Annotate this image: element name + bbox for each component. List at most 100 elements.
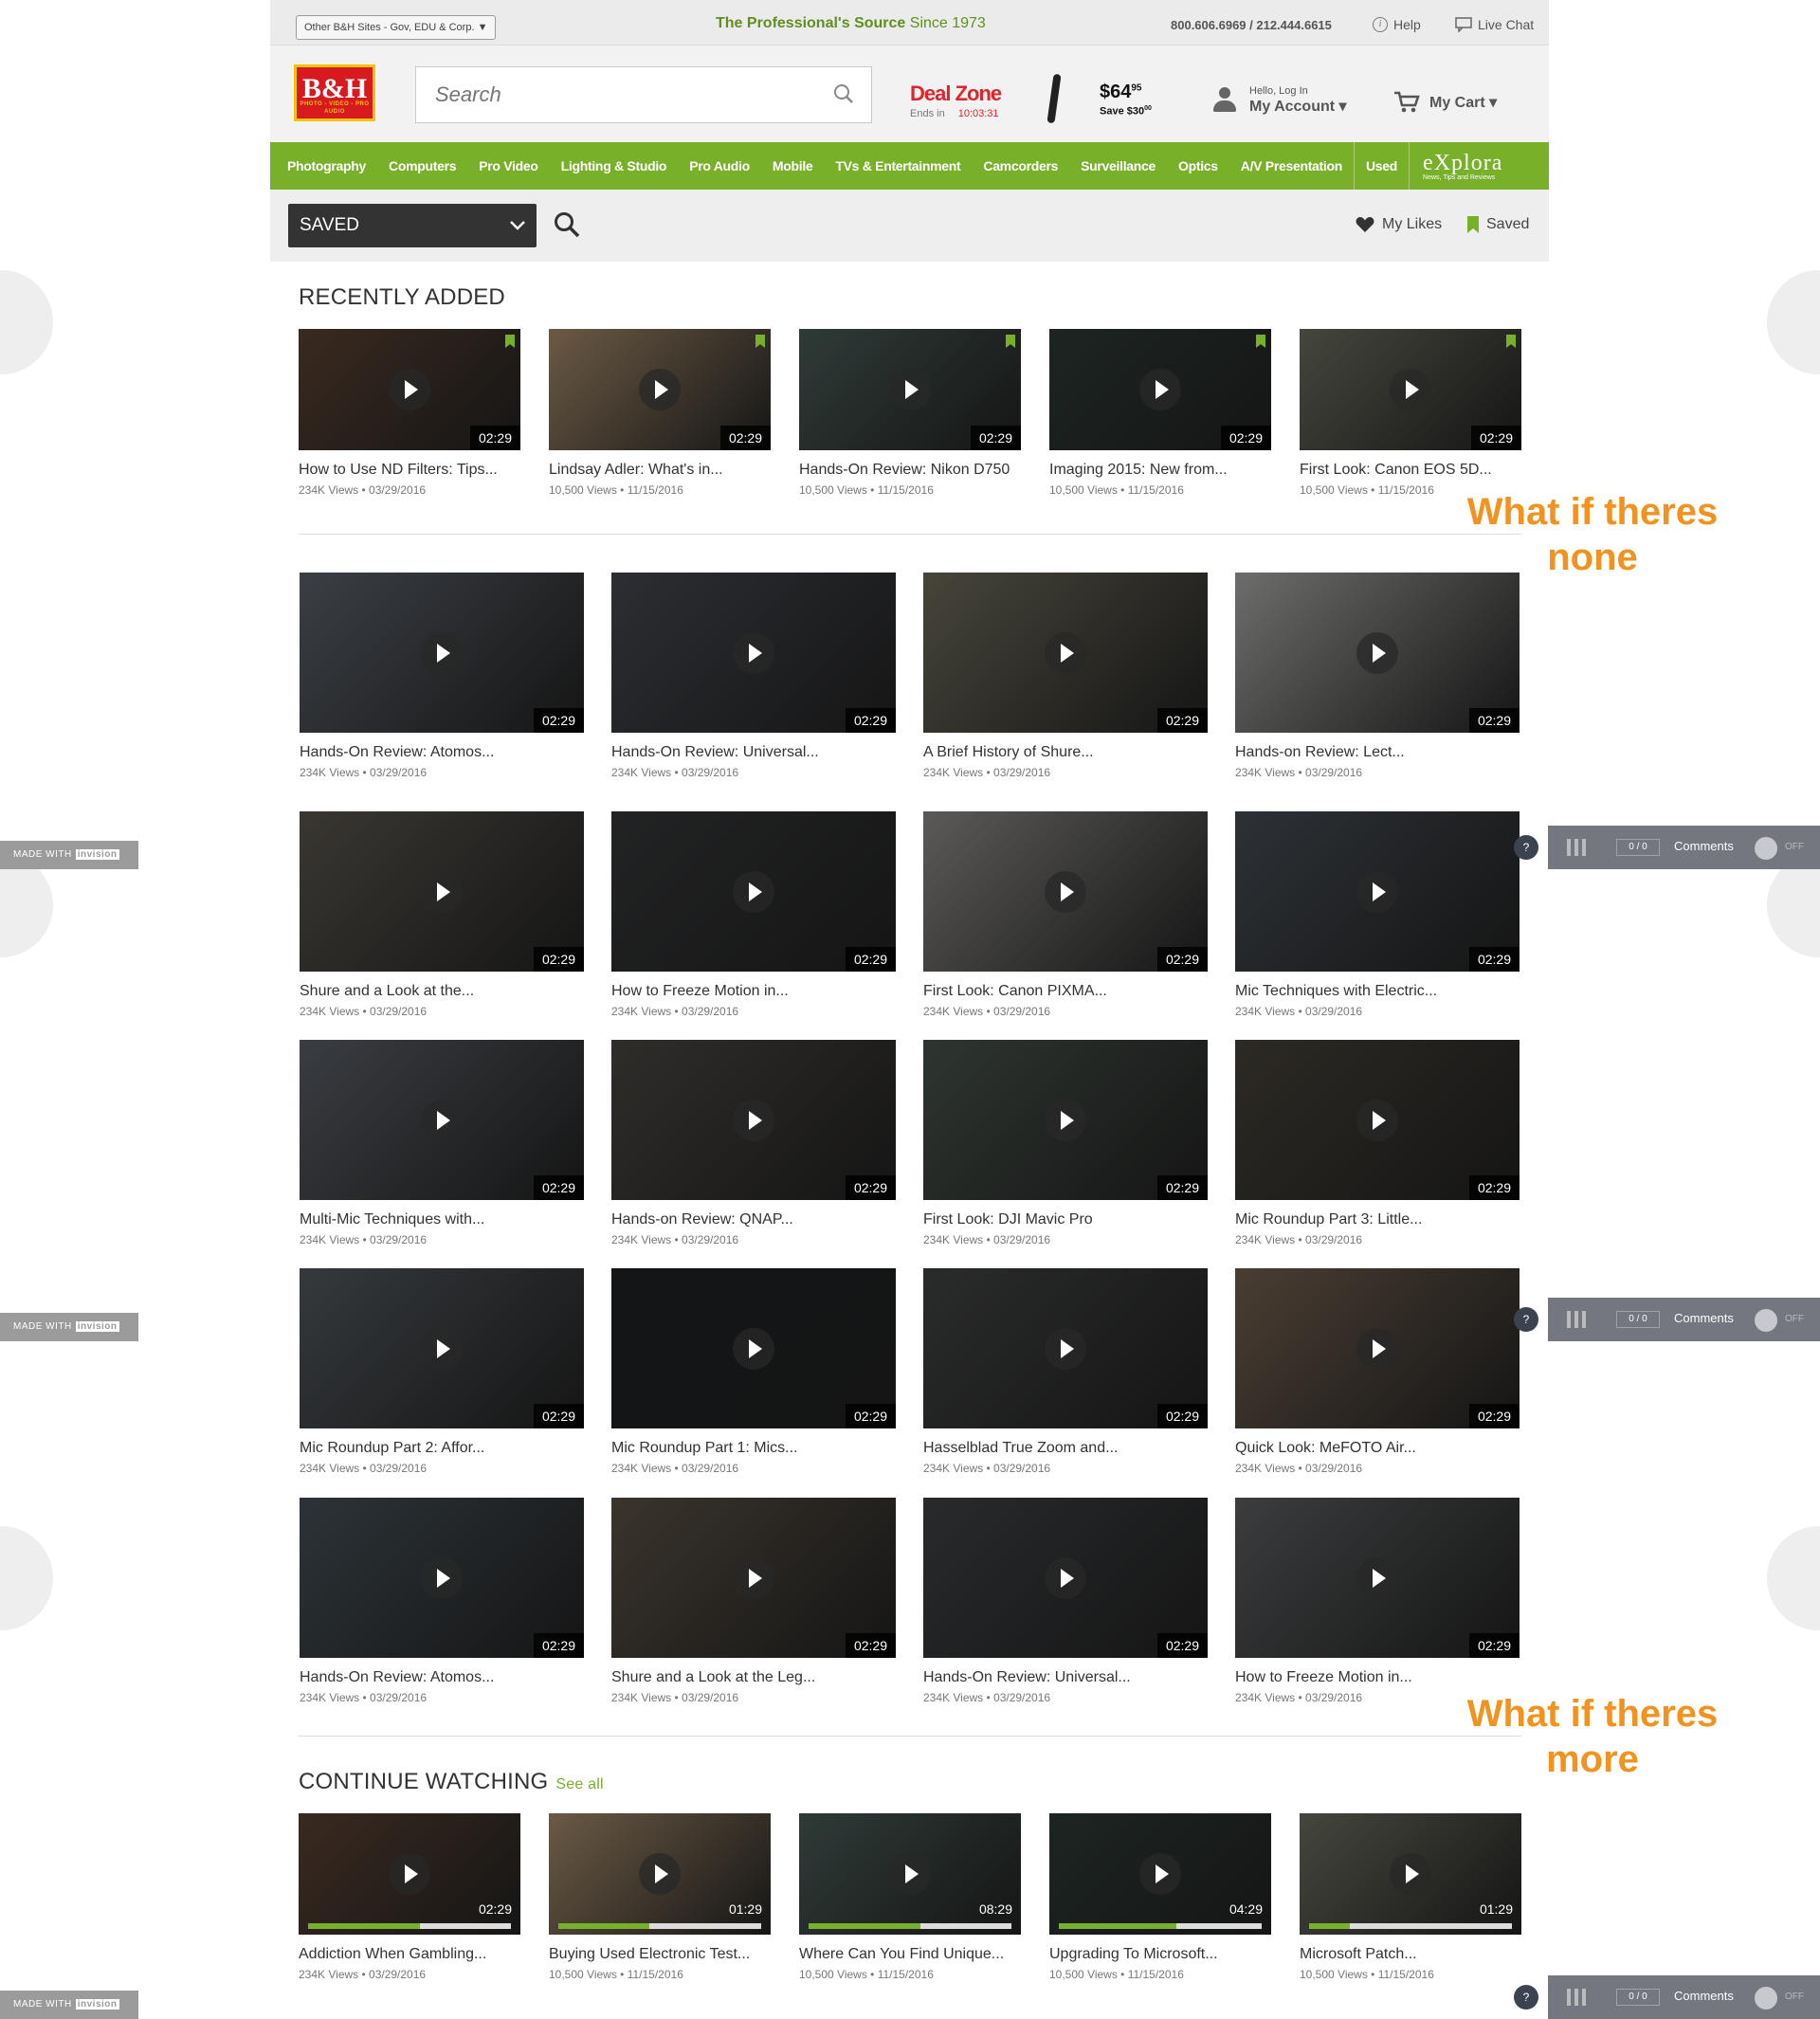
- comments-toggle[interactable]: OFF: [1755, 1987, 1810, 2010]
- play-icon[interactable]: [1045, 631, 1086, 674]
- saved-dropdown[interactable]: SAVED: [288, 204, 537, 247]
- video-title[interactable]: A Brief History of Shure...: [923, 744, 1094, 761]
- play-icon[interactable]: [1045, 1099, 1086, 1141]
- play-icon[interactable]: [421, 1099, 463, 1141]
- made-with-invision-badge[interactable]: MADE WITH invision: [0, 841, 138, 869]
- grid-menu-icon[interactable]: [1567, 1311, 1590, 1328]
- video-thumbnail[interactable]: 02:29: [300, 811, 584, 972]
- video-thumbnail[interactable]: 02:29: [923, 811, 1208, 972]
- play-icon[interactable]: [733, 1327, 774, 1370]
- video-thumbnail[interactable]: 02:29: [1235, 1268, 1520, 1428]
- play-icon[interactable]: [421, 1556, 463, 1599]
- nav-item[interactable]: Mobile: [761, 142, 825, 190]
- saved-link[interactable]: Saved: [1467, 216, 1529, 233]
- video-thumbnail[interactable]: 02:29: [611, 1498, 896, 1658]
- video-title[interactable]: How to Freeze Motion in...: [1235, 1669, 1412, 1686]
- grid-menu-icon[interactable]: [1567, 839, 1590, 856]
- nav-item[interactable]: Optics: [1167, 142, 1229, 190]
- video-title[interactable]: Microsoft Patch...: [1300, 1946, 1417, 1963]
- video-title[interactable]: Quick Look: MeFOTO Air...: [1235, 1440, 1416, 1457]
- bookmark-icon[interactable]: [505, 335, 515, 348]
- video-thumbnail[interactable]: 01:29: [549, 1813, 771, 1935]
- play-icon[interactable]: [1390, 1853, 1431, 1895]
- video-title[interactable]: Mic Roundup Part 2: Affor...: [300, 1440, 484, 1457]
- explora-link[interactable]: eXplora News, Tips and Reviews: [1410, 142, 1516, 190]
- video-thumbnail[interactable]: 02:29: [611, 1268, 896, 1428]
- side-arrow-right[interactable]: [1767, 270, 1820, 374]
- video-title[interactable]: Mic Roundup Part 1: Mics...: [611, 1440, 798, 1457]
- nav-item[interactable]: Camcorders: [972, 142, 1069, 190]
- nav-item[interactable]: Photography: [276, 142, 377, 190]
- video-thumbnail[interactable]: 02:29: [923, 573, 1208, 733]
- play-icon[interactable]: [889, 369, 931, 410]
- help-question-icon[interactable]: ?: [1514, 835, 1538, 860]
- video-title[interactable]: Hands-On Review: Atomos...: [300, 1669, 494, 1686]
- play-icon[interactable]: [1356, 631, 1398, 674]
- video-title[interactable]: Addiction When Gambling...: [299, 1946, 486, 1963]
- play-icon[interactable]: [1139, 1853, 1181, 1895]
- video-thumbnail[interactable]: 02:29: [299, 1813, 520, 1935]
- play-icon[interactable]: [421, 631, 463, 674]
- video-thumbnail[interactable]: 02:29: [611, 811, 896, 972]
- video-title[interactable]: Buying Used Electronic Test...: [549, 1946, 750, 1963]
- video-title[interactable]: Lindsay Adler: What's in...: [549, 462, 723, 479]
- video-title[interactable]: Hands-on Review: QNAP...: [611, 1211, 793, 1228]
- video-thumbnail[interactable]: 01:29: [1300, 1813, 1521, 1935]
- video-thumbnail[interactable]: 02:29: [1235, 573, 1520, 733]
- video-title[interactable]: Mic Roundup Part 3: Little...: [1235, 1211, 1422, 1228]
- side-arrow-left[interactable]: [0, 1526, 53, 1630]
- video-title[interactable]: Where Can You Find Unique...: [799, 1946, 1004, 1963]
- video-title[interactable]: Hands-On Review: Universal...: [611, 744, 819, 761]
- bookmark-icon[interactable]: [1006, 335, 1015, 348]
- play-icon[interactable]: [1045, 870, 1086, 913]
- video-title[interactable]: Shure and a Look at the...: [300, 983, 474, 1000]
- video-title[interactable]: How to Use ND Filters: Tips...: [299, 462, 498, 479]
- video-title[interactable]: Imaging 2015: New from...: [1049, 462, 1228, 479]
- play-icon[interactable]: [733, 631, 774, 674]
- deal-price[interactable]: $6495 Save $3000: [1100, 82, 1152, 118]
- nav-item[interactable]: Pro Video: [467, 142, 549, 190]
- video-thumbnail[interactable]: 02:29: [300, 1498, 584, 1658]
- video-thumbnail[interactable]: 02:29: [1235, 811, 1520, 972]
- account-menu[interactable]: Hello, Log In My Account ▾: [1211, 85, 1347, 116]
- live-chat-link[interactable]: Live Chat: [1455, 17, 1534, 32]
- video-title[interactable]: First Look: Canon PIXMA...: [923, 983, 1107, 1000]
- video-title[interactable]: Hands-on Review: Lect...: [1235, 744, 1405, 761]
- play-icon[interactable]: [1356, 1099, 1398, 1141]
- made-with-invision-badge[interactable]: MADE WITH invision: [0, 1991, 138, 2019]
- side-arrow-left[interactable]: [0, 270, 53, 374]
- play-icon[interactable]: [1390, 369, 1431, 410]
- bookmark-icon[interactable]: [1256, 335, 1265, 348]
- play-icon[interactable]: [733, 870, 774, 913]
- video-title[interactable]: Hands-On Review: Nikon D750: [799, 462, 1010, 479]
- bookmark-icon[interactable]: [1506, 335, 1516, 348]
- see-all-link[interactable]: See all: [555, 1776, 603, 1792]
- nav-item[interactable]: Surveillance: [1069, 142, 1167, 190]
- video-thumbnail[interactable]: 02:29: [300, 1040, 584, 1200]
- video-title[interactable]: Multi-Mic Techniques with...: [300, 1211, 484, 1228]
- video-title[interactable]: Upgrading To Microsoft...: [1049, 1946, 1218, 1963]
- bookmark-icon[interactable]: [755, 335, 765, 348]
- play-icon[interactable]: [1356, 1556, 1398, 1599]
- play-icon[interactable]: [1356, 870, 1398, 913]
- grid-menu-icon[interactable]: [1567, 1989, 1590, 2006]
- play-icon[interactable]: [389, 369, 430, 410]
- video-thumbnail[interactable]: 02:29: [1235, 1040, 1520, 1200]
- other-sites-select[interactable]: Other B&H Sites - Gov, EDU & Corp. ▼: [296, 15, 497, 40]
- video-thumbnail[interactable]: 02:29: [611, 1040, 896, 1200]
- video-title[interactable]: Shure and a Look at the Leg...: [611, 1669, 815, 1686]
- play-icon[interactable]: [1045, 1327, 1086, 1370]
- video-thumbnail[interactable]: 02:29: [799, 329, 1021, 450]
- deal-zone[interactable]: Deal Zone Ends in 10:03:31: [910, 82, 1002, 119]
- play-icon[interactable]: [733, 1099, 774, 1141]
- play-icon[interactable]: [889, 1853, 931, 1895]
- play-icon[interactable]: [389, 1853, 430, 1895]
- nav-item[interactable]: TVs & Entertainment: [824, 142, 972, 190]
- my-likes-link[interactable]: My Likes: [1356, 216, 1442, 233]
- nav-item[interactable]: Computers: [377, 142, 467, 190]
- video-thumbnail[interactable]: 04:29: [1049, 1813, 1271, 1935]
- video-thumbnail[interactable]: 02:29: [923, 1498, 1208, 1658]
- comments-label[interactable]: Comments: [1674, 1989, 1734, 2003]
- comments-label[interactable]: Comments: [1674, 839, 1734, 853]
- video-thumbnail[interactable]: 02:29: [923, 1268, 1208, 1428]
